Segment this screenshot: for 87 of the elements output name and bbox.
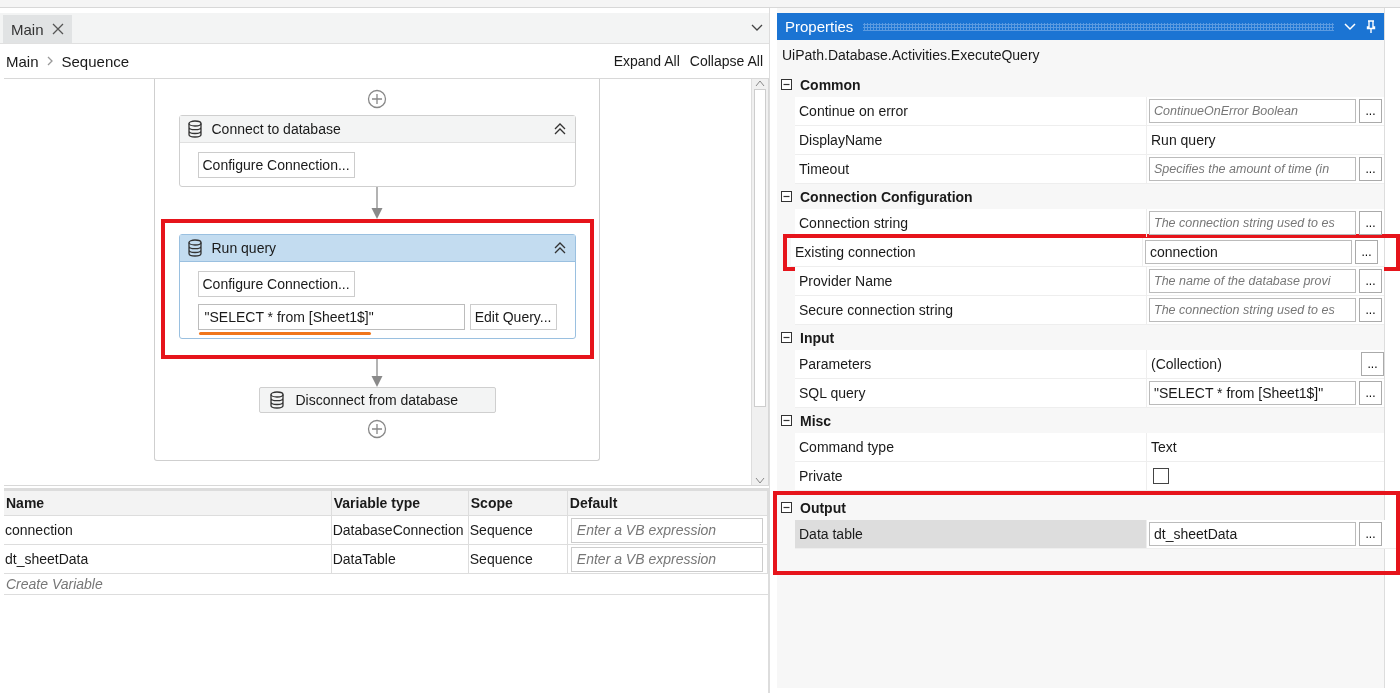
column-header[interactable]: Variable type	[331, 491, 469, 516]
property-value: (Collection)	[1150, 356, 1223, 372]
activity-title: Run query	[211, 240, 277, 256]
collapse-icon[interactable]	[781, 191, 792, 202]
property-field[interactable]: connection	[1145, 240, 1352, 264]
property-label[interactable]: Command type	[795, 433, 1147, 461]
property-field[interactable]: The name of the database provi	[1149, 269, 1356, 293]
configure-button[interactable]: Configure Connection...	[197, 271, 355, 297]
property-value: Text	[1150, 439, 1178, 455]
property-field[interactable]: The connection string used to es	[1149, 298, 1356, 322]
panel-title: Properties	[785, 18, 854, 35]
configure-button[interactable]: Configure Connection...	[197, 152, 355, 178]
property-value: Run query	[1150, 132, 1217, 148]
property-label[interactable]: Existing connection	[791, 238, 1143, 266]
property-label[interactable]: Secure connection string	[795, 296, 1147, 324]
database-icon	[187, 239, 202, 257]
category-title: Output	[800, 499, 846, 516]
property-field[interactable]: "SELECT * from [Sheet1$]"	[1149, 381, 1356, 405]
breadcrumb-item[interactable]: Sequence	[61, 52, 130, 70]
connector-arrow	[370, 187, 384, 219]
ellipsis-button[interactable]: ...	[1359, 211, 1382, 235]
ellipsis-button[interactable]: ...	[1359, 381, 1382, 405]
property-label[interactable]: Continue on error	[795, 97, 1147, 125]
activity-title: Connect to database	[211, 121, 341, 137]
activity-title: Disconnect from database	[295, 392, 459, 408]
property-label[interactable]: Parameters	[795, 350, 1147, 378]
property-label[interactable]: Data table	[795, 520, 1147, 548]
chevron-down-icon[interactable]	[751, 24, 763, 32]
property-field[interactable]: ContinueOnError Boolean	[1149, 99, 1356, 123]
category-title: Misc	[800, 412, 832, 429]
property-label[interactable]: DisplayName	[795, 126, 1147, 154]
scroll-up-icon	[755, 79, 765, 87]
expression-field[interactable]: Enter a VB expression	[570, 517, 763, 543]
table-cell: Sequence	[468, 544, 568, 574]
create-variable-link[interactable]: Create Variable	[4, 574, 768, 595]
add-icon[interactable]	[367, 419, 387, 439]
ellipsis-button[interactable]: ...	[1359, 99, 1382, 123]
property-label[interactable]: Connection string	[795, 209, 1147, 237]
edit-query-button[interactable]: Edit Query...	[469, 304, 557, 330]
property-field[interactable]: Specifies the amount of time (in	[1149, 157, 1356, 181]
category-title: Connection Configuration	[800, 188, 973, 205]
collapse-icon[interactable]	[781, 415, 792, 426]
category-title: Input	[800, 329, 835, 346]
breadcrumb-item[interactable]: Main	[6, 52, 39, 70]
document-tab[interactable]: Main	[3, 15, 72, 43]
collapse-icon[interactable]	[781, 332, 792, 343]
table-cell: DatabaseConnection	[331, 515, 469, 545]
table-cell: Sequence	[468, 515, 568, 545]
scrollbar-thumb[interactable]	[754, 89, 766, 407]
property-field[interactable]: dt_sheetData	[1149, 522, 1356, 546]
scroll-down-icon	[755, 477, 765, 485]
add-icon[interactable]	[367, 89, 387, 109]
expression-field[interactable]: Enter a VB expression	[570, 546, 763, 572]
database-icon	[187, 120, 202, 138]
toolbar-link[interactable]: Expand All	[613, 53, 680, 69]
table-cell: connection	[4, 515, 332, 545]
activity-card[interactable]: Connect to database Configure Connection...	[178, 115, 576, 187]
chevron-right-icon	[46, 56, 54, 66]
checkbox[interactable]	[1153, 468, 1169, 484]
pin-icon[interactable]	[1366, 19, 1376, 34]
ellipsis-button[interactable]: ...	[1359, 157, 1382, 181]
toolbar-link[interactable]: Collapse All	[689, 53, 763, 69]
ellipsis-button[interactable]: ...	[1359, 522, 1382, 546]
ellipsis-button[interactable]: ...	[1355, 240, 1378, 264]
property-label[interactable]: SQL query	[795, 379, 1147, 407]
activity-type-name: UiPath.Database.Activities.ExecuteQuery	[781, 46, 1041, 65]
category-title: Common	[800, 76, 861, 93]
ellipsis-button[interactable]: ...	[1361, 352, 1384, 376]
collapse-icon[interactable]	[552, 122, 567, 136]
connector-arrow	[370, 359, 384, 387]
property-label[interactable]: Provider Name	[795, 267, 1147, 295]
column-header[interactable]: Name	[4, 491, 332, 516]
collapse-icon[interactable]	[552, 241, 567, 255]
ellipsis-button[interactable]: ...	[1359, 269, 1382, 293]
table-cell: dt_sheetData	[4, 544, 332, 574]
activity-card[interactable]: Run query Configure Connection... "SELECT * from [Sheet1$]" Edit Query...	[178, 234, 576, 339]
collapse-icon[interactable]	[781, 79, 792, 90]
activity-card[interactable]: Disconnect from database	[258, 387, 496, 413]
collapse-icon[interactable]	[781, 502, 792, 513]
column-header[interactable]: Default	[567, 491, 768, 516]
close-icon[interactable]	[51, 23, 64, 35]
table-cell: DataTable	[331, 544, 469, 574]
column-header[interactable]: Scope	[468, 491, 568, 516]
property-field[interactable]: The connection string used to es	[1149, 211, 1356, 235]
database-icon	[269, 391, 284, 409]
ellipsis-button[interactable]: ...	[1359, 298, 1382, 322]
property-label[interactable]: Timeout	[795, 155, 1147, 183]
